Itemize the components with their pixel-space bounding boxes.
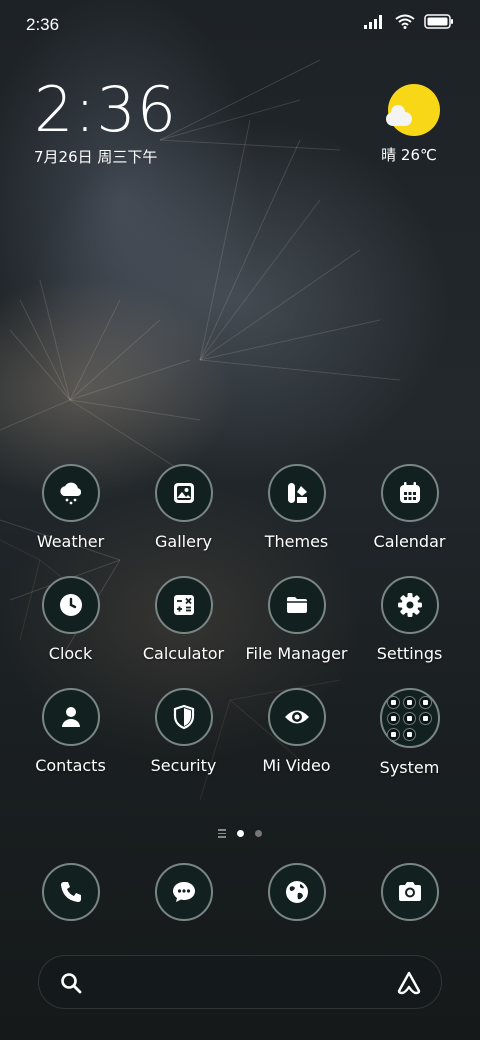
app-grid: Weather Gallery Themes Calendar Clock Ca… (14, 464, 466, 777)
page-dot[interactable] (255, 829, 262, 837)
dock-phone[interactable] (14, 863, 127, 921)
folder-icon (267, 576, 326, 634)
app-label: Mi Video (262, 756, 331, 775)
app-label: System (379, 758, 440, 777)
app-system-folder[interactable]: System (353, 688, 466, 777)
calculator-icon (154, 576, 213, 634)
app-label: Gallery (155, 532, 212, 551)
app-label: Calculator (142, 644, 225, 663)
clock-widget[interactable]: 2:36 7月26日 周三下午 (34, 78, 177, 167)
app-label: Settings (376, 644, 443, 663)
dock-camera[interactable] (353, 863, 466, 921)
gear-icon (380, 576, 439, 634)
app-label: Contacts (35, 756, 106, 775)
cloud-snow-icon (41, 464, 100, 522)
app-label: Calendar (373, 532, 446, 551)
battery-icon (424, 14, 453, 29)
app-calculator[interactable]: Calculator (127, 576, 240, 663)
shield-icon (154, 688, 213, 746)
person-icon (41, 688, 100, 746)
app-mi-video[interactable]: Mi Video (240, 688, 353, 777)
app-label: Security (150, 756, 217, 775)
app-label: Weather (36, 532, 105, 551)
status-icons (364, 14, 454, 29)
eye-icon (267, 688, 326, 746)
image-icon (154, 464, 213, 522)
app-security[interactable]: Security (127, 688, 240, 777)
calendar-icon (380, 464, 439, 522)
status-time: 2:36 (26, 15, 60, 34)
sun-cloud-icon (386, 84, 440, 136)
app-contacts[interactable]: Contacts (14, 688, 127, 777)
weather-widget[interactable]: 晴 26℃ (381, 84, 444, 165)
folder-grid-icon (379, 688, 440, 748)
phone-icon (41, 863, 100, 921)
app-label: Clock (48, 644, 93, 663)
app-settings[interactable]: Settings (353, 576, 466, 663)
app-weather[interactable]: Weather (14, 464, 127, 551)
app-file-manager[interactable]: File Manager (240, 576, 353, 663)
clock-widget-date: 7月26日 周三下午 (34, 148, 158, 166)
signal-icon (364, 14, 382, 29)
page-dot-active[interactable] (237, 829, 244, 837)
page-list-icon[interactable] (218, 829, 226, 838)
page-indicator (0, 829, 480, 838)
app-gallery[interactable]: Gallery (127, 464, 240, 551)
message-icon (154, 863, 213, 921)
globe-icon (267, 863, 326, 921)
status-bar: 2:36 (0, 0, 480, 50)
dock-messages[interactable] (127, 863, 240, 921)
camera-icon (380, 863, 439, 921)
dock-browser[interactable] (240, 863, 353, 921)
weather-widget-text: 晴 26℃ (381, 146, 437, 164)
clock-icon (41, 576, 100, 634)
app-label: Themes (264, 532, 329, 551)
app-label: File Manager (245, 644, 348, 663)
app-clock[interactable]: Clock (14, 576, 127, 663)
app-themes[interactable]: Themes (240, 464, 353, 551)
search-bar[interactable] (38, 955, 442, 1009)
themes-icon (267, 464, 326, 522)
assistant-icon[interactable] (395, 969, 423, 997)
dock (14, 863, 466, 921)
wifi-icon (395, 14, 415, 29)
app-calendar[interactable]: Calendar (353, 464, 466, 551)
clock-widget-time: 2:36 (34, 73, 178, 146)
search-icon[interactable] (59, 971, 83, 995)
